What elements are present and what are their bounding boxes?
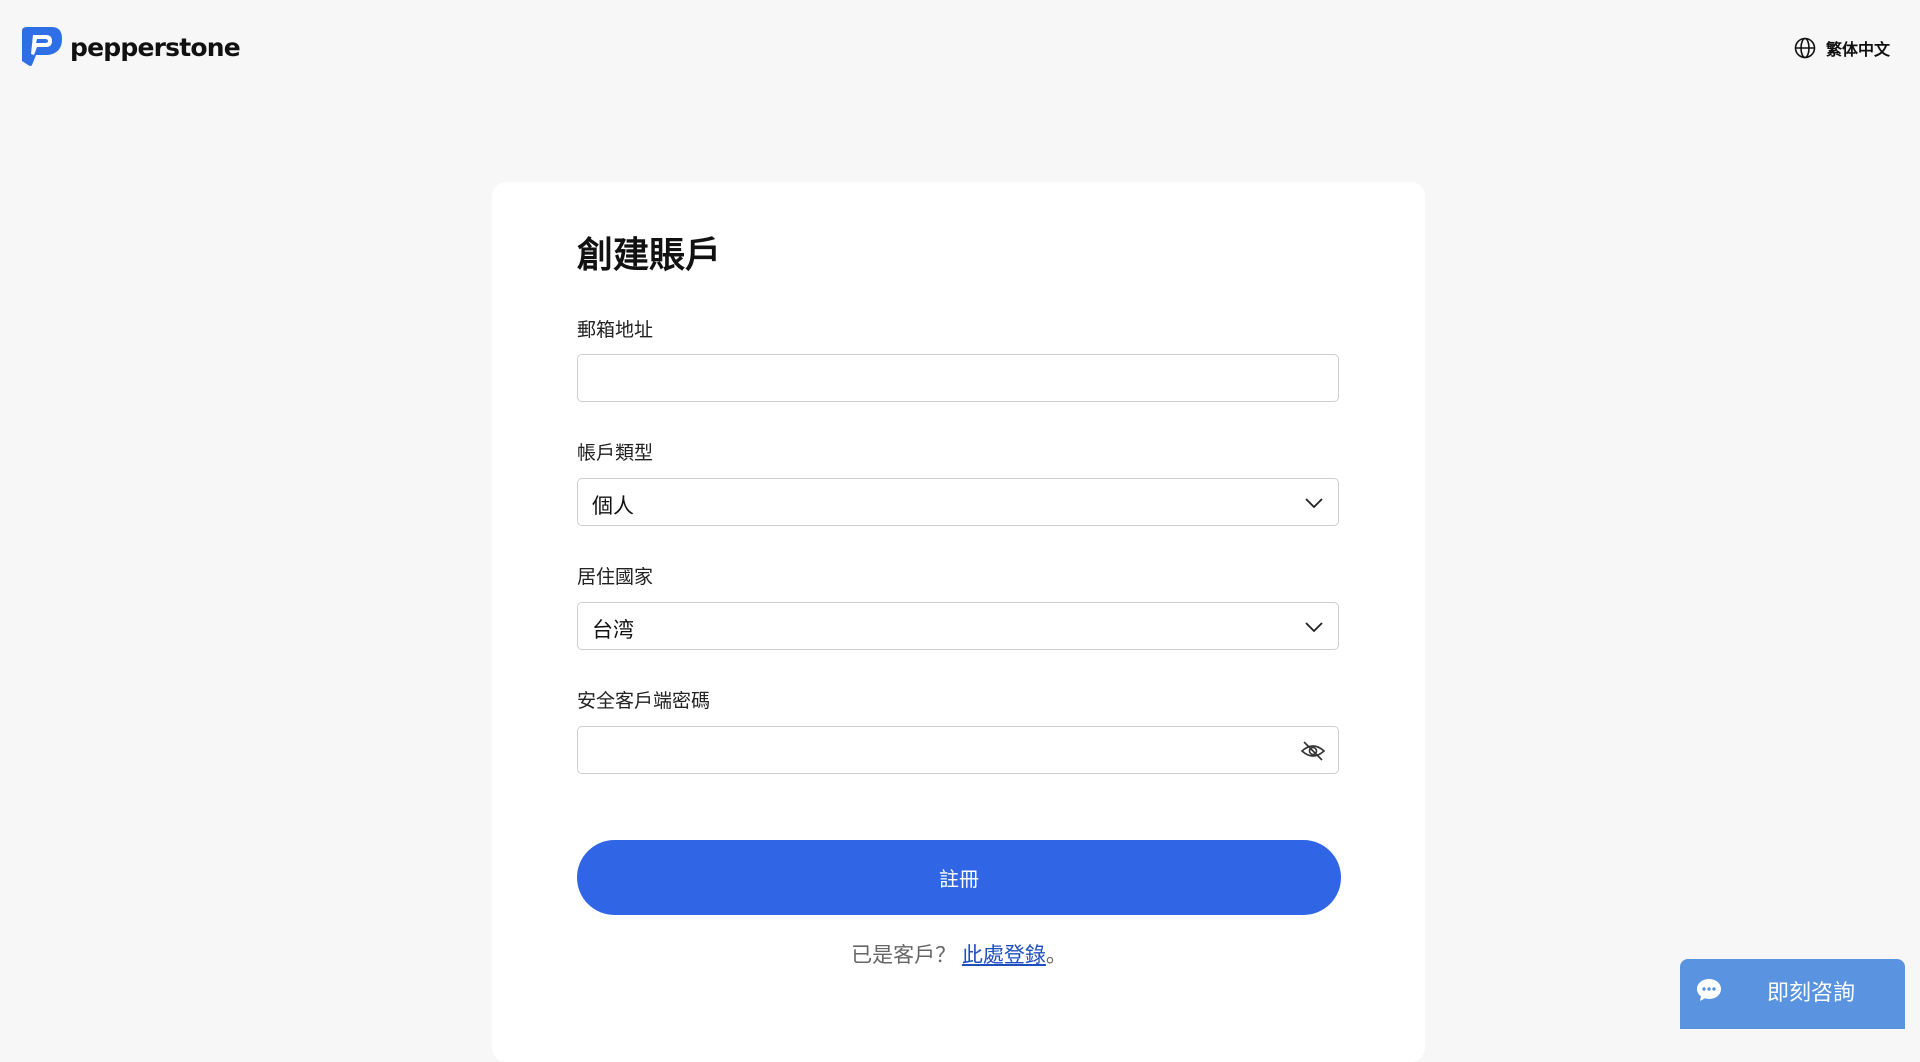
account-type-value: 個人 bbox=[592, 495, 634, 518]
email-field[interactable] bbox=[578, 355, 1338, 401]
country-label: 居住國家 bbox=[577, 567, 654, 588]
email-field-wrapper bbox=[577, 354, 1339, 402]
country-value: 台湾 bbox=[592, 619, 634, 642]
live-chat-button[interactable]: 即刻咨詢 bbox=[1680, 959, 1905, 1029]
account-type-select[interactable]: 個人 bbox=[577, 478, 1339, 526]
country-select[interactable]: 台湾 bbox=[577, 602, 1339, 650]
signup-card: 創建賬戶 郵箱地址 帳戶類型 個人 居住國家 台湾 安全客戶端密碼 註冊 已是客… bbox=[492, 182, 1425, 1062]
language-selector[interactable]: 繁体中文 bbox=[1794, 36, 1890, 60]
pepperstone-logo[interactable]: pepperstone bbox=[18, 27, 241, 67]
email-label: 郵箱地址 bbox=[577, 320, 654, 341]
login-link[interactable]: 此處登錄 bbox=[962, 944, 1046, 967]
password-label: 安全客戶端密碼 bbox=[577, 691, 711, 712]
eye-off-icon[interactable] bbox=[1300, 739, 1326, 763]
brand-name: pepperstone bbox=[70, 32, 241, 62]
existing-customer-line: 已是客戶？ 此處登錄。 bbox=[577, 939, 1341, 969]
chevron-down-icon bbox=[1305, 622, 1323, 633]
password-field[interactable] bbox=[578, 727, 1338, 773]
site-header: pepperstone 繁体中文 bbox=[0, 0, 1920, 96]
login-suffix: 。 bbox=[1045, 944, 1067, 967]
chevron-down-icon bbox=[1305, 498, 1323, 509]
page-title: 創建賬戶 bbox=[577, 234, 722, 275]
pepperstone-logo-icon bbox=[22, 27, 62, 66]
password-field-wrapper bbox=[577, 726, 1339, 774]
login-prefix: 已是客戶？ bbox=[851, 944, 957, 967]
chat-label: 即刻咨詢 bbox=[1767, 980, 1856, 1005]
chat-bubble-icon bbox=[1697, 979, 1721, 1001]
register-button[interactable]: 註冊 bbox=[577, 840, 1341, 915]
account-type-label: 帳戶類型 bbox=[577, 443, 654, 464]
language-label: 繁体中文 bbox=[1825, 42, 1890, 59]
globe-icon bbox=[1794, 37, 1816, 59]
